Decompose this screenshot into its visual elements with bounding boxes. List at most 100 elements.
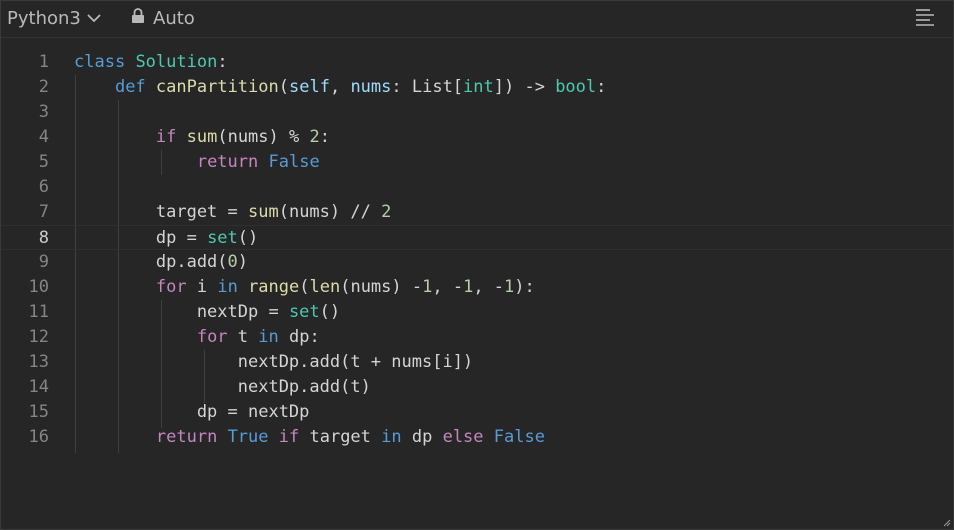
code-token: dp xyxy=(401,427,443,447)
code-token: target xyxy=(299,427,382,447)
code-line[interactable]: 7 target = sum(nums) // 2 xyxy=(1,200,953,225)
code-token: canPartition xyxy=(155,77,279,97)
code-token: def xyxy=(114,77,146,97)
code-token: 2 xyxy=(381,202,392,222)
code-token: bool xyxy=(555,77,597,97)
code-token: sum xyxy=(248,202,279,222)
code-token: set xyxy=(207,228,238,248)
code-line[interactable]: 6 xyxy=(1,175,953,200)
line-number: 15 xyxy=(28,402,49,422)
code-line[interactable]: 9 dp.add(0) xyxy=(1,250,953,275)
line-number: 12 xyxy=(28,327,49,347)
code-line[interactable]: 8 dp = set() xyxy=(1,225,953,250)
code-token: False xyxy=(268,152,320,172)
line-number: 16 xyxy=(28,427,49,447)
code-token: (nums) % xyxy=(217,127,310,147)
code-line[interactable]: 12 for t in dp: xyxy=(1,325,953,350)
code-token: t xyxy=(227,327,259,347)
line-number: 10 xyxy=(28,277,49,297)
line-number: 14 xyxy=(28,377,49,397)
line-number: 7 xyxy=(38,202,49,222)
code-token: if xyxy=(155,127,177,147)
line-number: 4 xyxy=(38,127,49,147)
code-token: dp = nextDp xyxy=(74,402,310,422)
code-token: 1 xyxy=(463,277,474,297)
code-token: 2 xyxy=(309,127,320,147)
code-token: nums xyxy=(350,77,392,97)
code-token: i xyxy=(186,277,218,297)
code-token: nextDp.add(t) xyxy=(74,377,371,397)
code-token: : xyxy=(596,77,607,97)
code-token: in xyxy=(217,277,238,297)
code-text: def canPartition(self, nums: List[int]) … xyxy=(74,75,606,100)
code-token: in xyxy=(258,327,279,347)
code-line[interactable]: 4 if sum(nums) % 2: xyxy=(1,125,953,150)
code-line[interactable]: 14 nextDp.add(t) xyxy=(1,375,953,400)
editor-toolbar: Python3 Auto xyxy=(1,1,953,38)
code-token: for xyxy=(155,277,187,297)
language-label: Python3 xyxy=(7,7,81,29)
resize-handle-icon[interactable] xyxy=(943,519,951,527)
mode-label: Auto xyxy=(153,7,195,29)
line-number: 5 xyxy=(38,152,49,172)
code-token: (nums) // xyxy=(278,202,382,222)
code-line[interactable]: 5 return False xyxy=(1,150,953,175)
code-line[interactable]: 2 def canPartition(self, nums: List[int]… xyxy=(1,75,953,100)
code-line[interactable]: 15 dp = nextDp xyxy=(1,400,953,425)
code-token: True xyxy=(227,427,269,447)
code-token: 1 xyxy=(504,277,515,297)
code-token: self xyxy=(289,77,330,97)
code-token: 0 xyxy=(227,252,238,272)
code-token: ( xyxy=(299,277,310,297)
line-number: 11 xyxy=(28,302,49,322)
code-token: () xyxy=(237,228,259,248)
code-text: if sum(nums) % 2: xyxy=(74,125,330,150)
lock-icon xyxy=(131,7,145,29)
code-token: len xyxy=(309,277,341,297)
code-token: : xyxy=(217,52,228,72)
code-token: , xyxy=(329,77,351,97)
code-line[interactable]: 11 nextDp = set() xyxy=(1,300,953,325)
code-editor-panel: Python3 Auto 1 class Solution: 2 def can… xyxy=(0,0,954,530)
language-selector[interactable]: Python3 xyxy=(7,6,101,30)
code-line[interactable]: 16 return True if target in dp else Fals… xyxy=(1,425,953,450)
code-token: : List[ xyxy=(391,77,464,97)
code-token: (nums) - xyxy=(340,277,423,297)
line-number: 2 xyxy=(38,77,49,97)
code-token: ) xyxy=(237,252,249,272)
code-token: class xyxy=(74,52,126,72)
line-number: 6 xyxy=(38,177,49,197)
code-line[interactable]: 13 nextDp.add(t + nums[i]) xyxy=(1,350,953,375)
auto-mode-indicator[interactable]: Auto xyxy=(131,6,195,30)
code-token: nextDp = xyxy=(74,302,289,322)
code-token: return xyxy=(196,152,259,172)
code-token: 1 xyxy=(422,277,433,297)
code-line[interactable]: 10 for i in range(len(nums) -1, -1, -1): xyxy=(1,275,953,300)
code-text: dp.add(0) xyxy=(74,250,248,275)
code-text: nextDp.add(t) xyxy=(74,375,371,400)
code-line[interactable]: 3 xyxy=(1,100,953,125)
code-line[interactable]: 1 class Solution: xyxy=(1,50,953,75)
code-area[interactable]: 1 class Solution: 2 def canPartition(self,… xyxy=(1,50,953,470)
code-text: nextDp = set() xyxy=(74,300,340,325)
code-text: target = sum(nums) // 2 xyxy=(74,200,391,225)
code-token: ): xyxy=(514,277,535,297)
code-token: sum xyxy=(186,127,218,147)
code-token: dp.add( xyxy=(74,252,228,272)
code-text: dp = set() xyxy=(74,226,258,251)
code-token: for xyxy=(196,327,228,347)
code-token: ]) -> xyxy=(493,77,556,97)
code-token: if xyxy=(278,427,300,447)
code-token: Solution xyxy=(135,52,218,72)
code-token: return xyxy=(155,427,218,447)
align-left-icon[interactable] xyxy=(914,6,936,28)
